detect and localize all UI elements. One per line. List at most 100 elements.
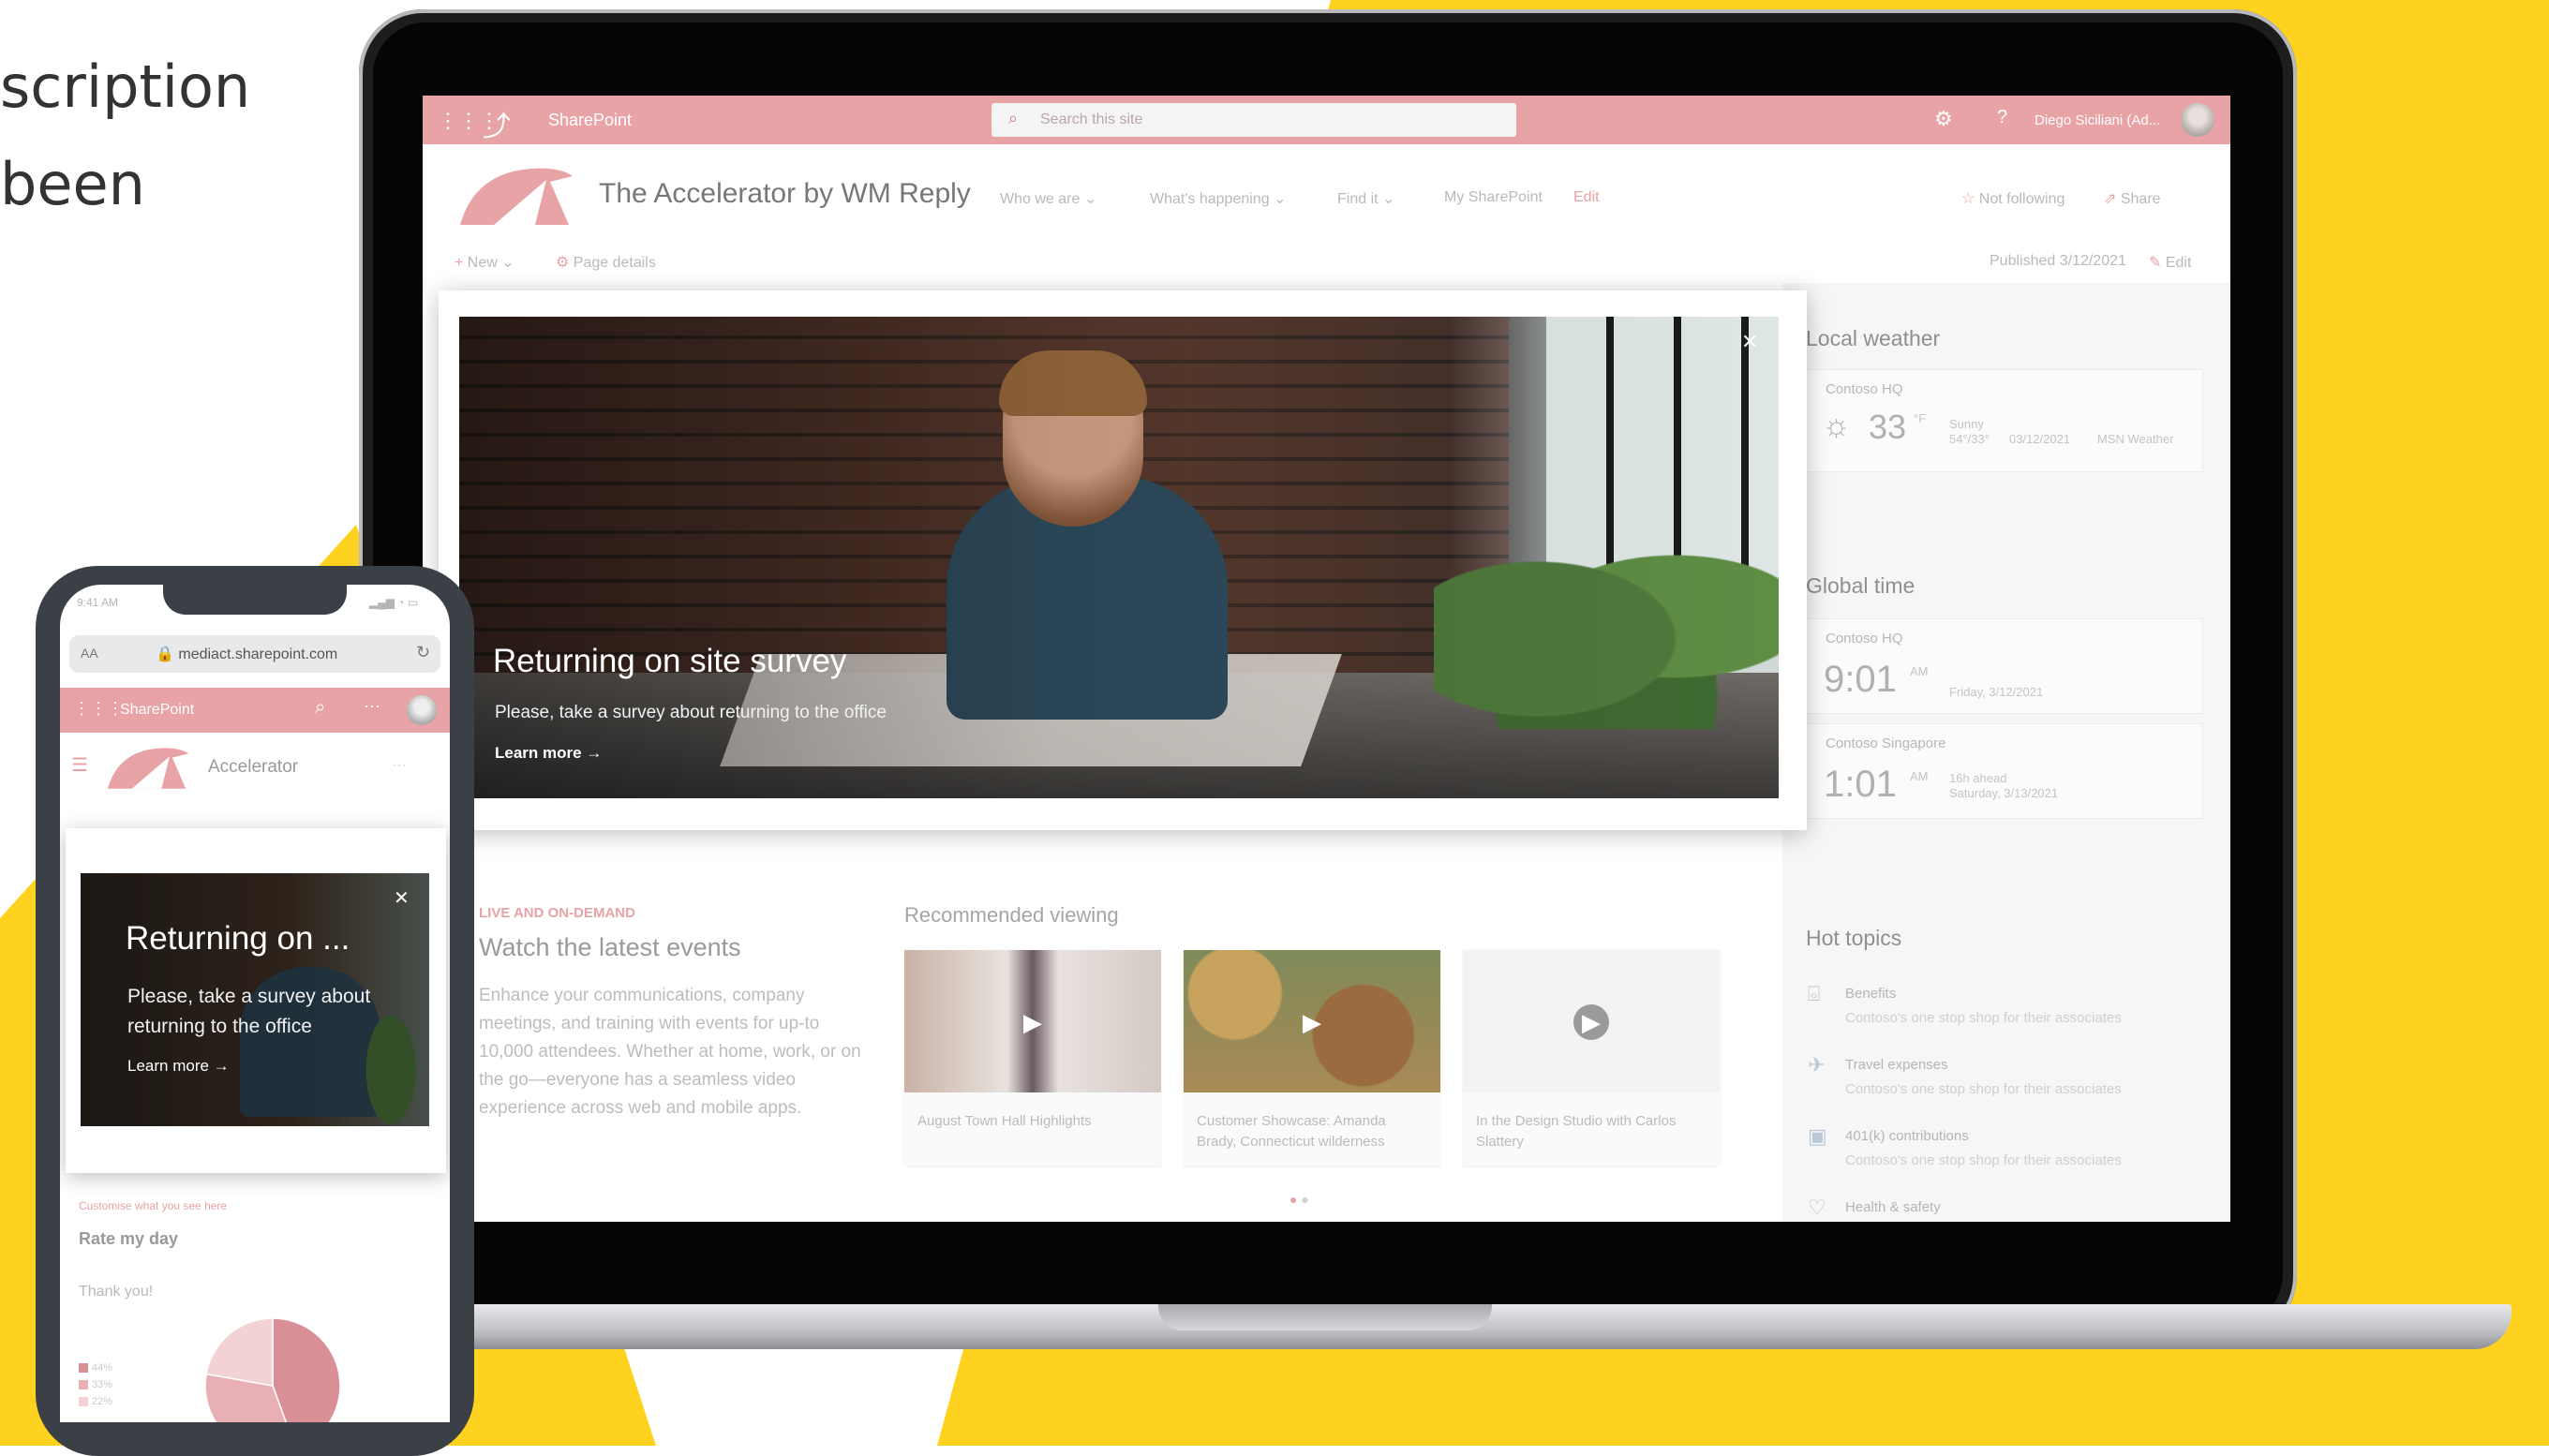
clock-card[interactable]: Contoso HQ 9:01 AM Friday, 3/12/2021 <box>1806 618 2203 714</box>
play-icon: ▶ <box>1573 1004 1609 1040</box>
hot-topics-heading: Hot topics <box>1806 926 1902 950</box>
mobile-hero-subtitle: Please, take a survey about returning to… <box>127 986 371 1037</box>
user-name[interactable]: Diego Siciliani (Ad... <box>2035 112 2160 128</box>
nav-find-it[interactable]: Find it ⌄ <box>1337 189 1394 208</box>
legend-item: 44% <box>79 1362 112 1374</box>
site-logo-icon[interactable] <box>456 163 576 225</box>
follow-button[interactable]: ☆ Not following <box>1961 189 2065 208</box>
events-title: Watch the latest events <box>479 933 741 961</box>
plane-icon: ✈ <box>1808 1053 1826 1077</box>
video-card[interactable]: ▶ August Town Hall Highlights <box>904 950 1161 1166</box>
star-icon: ☆ <box>1961 191 1975 207</box>
topic-name[interactable]: 401(k) contributions <box>1845 1128 1969 1144</box>
hamburger-menu-icon[interactable]: ☰ <box>71 753 88 777</box>
weather-source: MSN Weather <box>2097 432 2174 446</box>
suite-bar-app-name[interactable]: SharePoint <box>548 111 632 130</box>
hero-image[interactable] <box>459 317 1779 798</box>
gear-icon: ⚙ <box>556 255 570 271</box>
rating-pie-chart <box>204 1317 341 1422</box>
help-icon[interactable]: ? <box>1997 107 2007 128</box>
laptop-screen: ⋮⋮⋮ ⤴ SharePoint ⌕ Search this site ⚙ ? … <box>423 96 2230 1222</box>
clock-card[interactable]: Contoso Singapore 1:01 AM 16h ahead Satu… <box>1806 723 2203 819</box>
search-icon[interactable]: ⌕ <box>315 697 325 719</box>
video-card[interactable]: ▶ In the Design Studio with Carlos Slatt… <box>1463 950 1720 1166</box>
legend-swatch <box>79 1397 88 1407</box>
settings-gear-icon[interactable]: ⚙ <box>1934 107 1953 131</box>
nav-label: What's happening <box>1150 191 1270 207</box>
page-details-label: Page details <box>573 255 656 271</box>
video-caption: August Town Hall Highlights <box>917 1113 1092 1129</box>
cut-off-text-line-1: scription <box>0 52 251 121</box>
weather-condition: Sunny <box>1949 417 1984 431</box>
clock-detail: 16h ahead <box>1949 771 2007 785</box>
search-placeholder: Search this site <box>1040 111 1143 127</box>
site-logo-icon[interactable] <box>105 744 191 789</box>
nav-who-we-are[interactable]: Who we are ⌄ <box>1000 189 1096 208</box>
page-details-button[interactable]: ⚙ Page details <box>556 253 656 272</box>
nav-label: Who we are <box>1000 191 1081 207</box>
app-launcher-icon[interactable]: ⋮⋮⋮ <box>73 699 124 719</box>
close-icon[interactable]: ✕ <box>394 886 410 910</box>
phone-screen: 9:41 AM ▂▄▆ ◔ ▭ AA 🔒 mediact.sharepoint.… <box>60 585 450 1422</box>
legend-label: 44% <box>92 1362 113 1374</box>
learn-more-link[interactable]: Learn more → <box>495 744 602 763</box>
topic-name[interactable]: Health & safety <box>1845 1199 1941 1215</box>
clock-detail: Saturday, 3/13/2021 <box>1949 786 2059 800</box>
money-icon: ▣ <box>1808 1124 1827 1148</box>
hero-title: Returning on site survey <box>493 643 847 679</box>
new-label: New <box>467 255 498 271</box>
mobile-site-name[interactable]: Accelerator <box>208 757 298 778</box>
new-button[interactable]: + New ⌄ <box>455 253 514 272</box>
weather-temp: 33 <box>1869 408 1907 446</box>
legend-swatch <box>79 1363 88 1374</box>
play-icon: ▶ <box>1303 1008 1321 1036</box>
weather-location: Contoso HQ <box>1826 381 1903 397</box>
site-title[interactable]: The Accelerator by WM Reply <box>599 178 971 210</box>
learn-more-label: Learn more <box>495 744 582 762</box>
gift-icon: ⌺ <box>1808 982 1821 1005</box>
edit-page-button[interactable]: ✎ Edit <box>2149 253 2191 272</box>
address-bar[interactable]: AA 🔒 mediact.sharepoint.com ↻ <box>69 635 440 673</box>
share-button[interactable]: ⇗ Share <box>2104 189 2161 208</box>
suite-bar-app-name[interactable]: SharePoint <box>120 702 194 719</box>
more-icon[interactable]: ⋯ <box>364 697 380 717</box>
nav-edit[interactable]: Edit <box>1573 189 1600 206</box>
url-text: 🔒 mediact.sharepoint.com <box>156 646 338 662</box>
global-time-heading: Global time <box>1806 573 1915 598</box>
clock-ampm: AM <box>1910 769 1929 783</box>
text-size-button[interactable]: AA <box>81 646 98 661</box>
clock-time: 1:01 <box>1824 764 1897 805</box>
topic-name[interactable]: Travel expenses <box>1845 1057 1948 1073</box>
avatar[interactable] <box>407 695 437 725</box>
nav-whats-happening[interactable]: What's happening ⌄ <box>1150 189 1286 208</box>
laptop-notch <box>1158 1304 1492 1330</box>
heart-icon: ♡ <box>1808 1196 1826 1219</box>
edit-label: Edit <box>2165 255 2192 271</box>
customise-link[interactable]: Customise what you see here <box>79 1199 227 1212</box>
video-card[interactable]: ▶ Customer Showcase: Amanda Brady, Conne… <box>1184 950 1440 1166</box>
share-icon: ⇗ <box>2104 191 2117 207</box>
topic-name[interactable]: Benefits <box>1845 986 1896 1002</box>
clock-time: 9:01 <box>1824 659 1897 700</box>
events-eyebrow: LIVE AND ON-DEMAND <box>479 905 635 921</box>
weather-card[interactable]: Contoso HQ ☼ 33 °F Sunny 54°/33° 03/12/2… <box>1806 369 2203 472</box>
legend-item: 33% <box>79 1379 112 1390</box>
clock-location: Contoso HQ <box>1826 631 1903 646</box>
learn-more-link[interactable]: Learn more → <box>127 1057 230 1076</box>
url-value: mediact.sharepoint.com <box>178 646 338 662</box>
more-icon[interactable]: ··· <box>392 757 407 774</box>
pie-slice <box>205 1317 274 1387</box>
suite-bar: ⋮⋮⋮ ⤴ SharePoint ⌕ Search this site ⚙ ? … <box>423 96 2230 144</box>
pie-slice <box>272 1317 341 1422</box>
reload-icon[interactable]: ↻ <box>416 643 430 662</box>
learn-more-label: Learn more <box>127 1057 209 1075</box>
weather-heading: Local weather <box>1806 326 1941 350</box>
carousel-dots[interactable]: ● ● <box>1289 1192 1309 1207</box>
nav-my-sharepoint[interactable]: My SharePoint <box>1444 189 1543 206</box>
sharepoint-logo-icon[interactable]: ⤴ <box>483 103 511 144</box>
carousel-dot[interactable]: ● <box>1301 1192 1308 1207</box>
avatar[interactable] <box>2181 103 2214 137</box>
legend-label: 33% <box>92 1379 113 1390</box>
search-box[interactable]: ⌕ Search this site <box>991 103 1516 137</box>
close-icon[interactable]: ✕ <box>1741 330 1758 354</box>
